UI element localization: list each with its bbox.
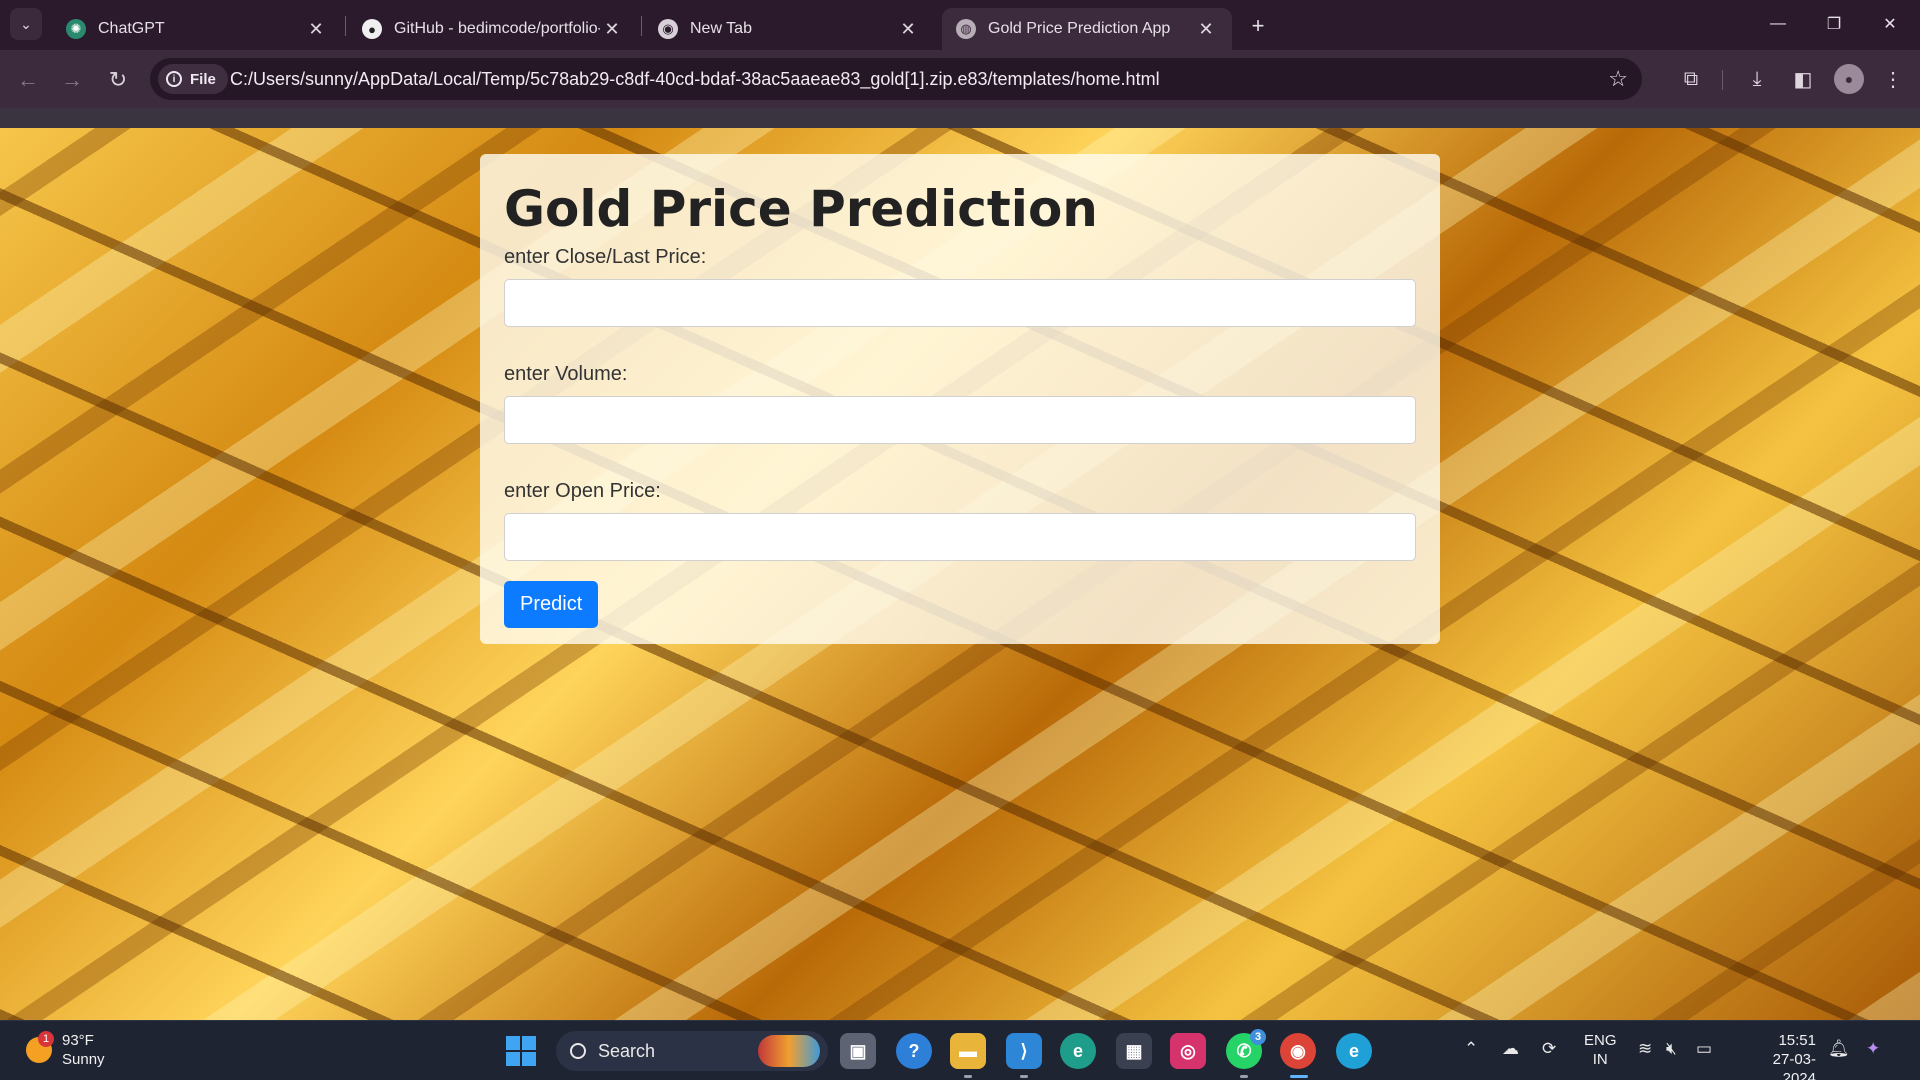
search-icon bbox=[570, 1043, 586, 1059]
clock-time: 15:51 bbox=[1778, 1032, 1816, 1049]
help-icon[interactable]: ? bbox=[896, 1033, 932, 1069]
windows-logo-icon bbox=[522, 1052, 536, 1066]
start-button[interactable] bbox=[506, 1036, 536, 1066]
tab-search-menu-button[interactable]: ⌄ bbox=[10, 8, 42, 40]
restore-button[interactable]: ❐ bbox=[1806, 8, 1862, 40]
running-indicator bbox=[1020, 1075, 1028, 1078]
page-title: Gold Price Prediction bbox=[504, 180, 1098, 238]
taskbar-search[interactable]: Search bbox=[556, 1031, 828, 1071]
instagram-icon[interactable]: ◎ bbox=[1170, 1033, 1206, 1069]
minimize-button[interactable]: — bbox=[1750, 8, 1806, 40]
extensions-icon[interactable]: ⧉ bbox=[1676, 64, 1706, 94]
clock-date: 27-03-2024 bbox=[1772, 1051, 1816, 1080]
sync-icon[interactable]: ⟳ bbox=[1542, 1039, 1556, 1059]
tab-title: Gold Price Prediction App bbox=[988, 20, 1171, 37]
close-window-button[interactable]: ✕ bbox=[1862, 8, 1918, 40]
whatsapp-icon[interactable]: ✆ 3 bbox=[1226, 1029, 1266, 1069]
volume-input[interactable] bbox=[504, 396, 1416, 444]
weather-temperature: 93°F bbox=[62, 1032, 94, 1049]
tab-title: GitHub - bedimcode/portfolio- bbox=[394, 20, 600, 37]
bookmark-bar bbox=[0, 108, 1920, 128]
tab-gold-price-prediction[interactable]: ◍ Gold Price Prediction App ✕ bbox=[942, 8, 1232, 50]
volume-muted-icon[interactable]: 🔇︎ bbox=[1666, 1039, 1677, 1059]
site-info-label: File bbox=[190, 70, 216, 88]
globe-icon: ◍ bbox=[956, 19, 976, 39]
tab-chatgpt[interactable]: ✺ ChatGPT ✕ bbox=[52, 8, 342, 50]
language-code: ENG bbox=[1584, 1032, 1617, 1049]
profile-avatar[interactable]: ● bbox=[1834, 64, 1864, 94]
predict-button[interactable]: Predict bbox=[504, 581, 599, 628]
edge-icon[interactable]: e bbox=[1060, 1033, 1096, 1069]
chrome-taskbar-icon[interactable]: ◉ bbox=[1280, 1033, 1316, 1069]
windows-logo-icon bbox=[506, 1036, 520, 1050]
close-icon[interactable]: ✕ bbox=[1194, 17, 1218, 41]
close-icon[interactable]: ✕ bbox=[600, 17, 624, 41]
vscode-icon[interactable]: ⟩ bbox=[1006, 1033, 1042, 1069]
page-viewport: Gold Price Prediction enter Close/Last P… bbox=[0, 128, 1920, 1020]
running-indicator bbox=[1240, 1075, 1248, 1078]
close-price-label: enter Close/Last Price: bbox=[504, 246, 707, 268]
open-price-label: enter Open Price: bbox=[504, 480, 661, 502]
reload-button[interactable]: ↻ bbox=[102, 64, 134, 96]
running-indicator bbox=[964, 1075, 972, 1078]
wifi-icon[interactable]: ≋ bbox=[1638, 1039, 1652, 1059]
toolbar-divider bbox=[1722, 70, 1723, 90]
weather-widget[interactable]: 1 93°F Sunny bbox=[26, 1031, 105, 1069]
task-view-icon[interactable]: ▣ bbox=[840, 1033, 876, 1069]
notification-badge: 1 bbox=[38, 1031, 54, 1047]
tab-github[interactable]: ● GitHub - bedimcode/portfolio- ✕ bbox=[348, 8, 638, 50]
new-tab-button[interactable]: + bbox=[1244, 12, 1272, 40]
side-panel-icon[interactable]: ◧ bbox=[1788, 64, 1818, 94]
region-code: IN bbox=[1592, 1051, 1608, 1068]
system-clock[interactable]: 15:51 27-03-2024 bbox=[1756, 1031, 1816, 1080]
close-icon[interactable]: ✕ bbox=[896, 17, 920, 41]
search-placeholder: Search bbox=[598, 1040, 656, 1061]
prediction-form-card: Gold Price Prediction enter Close/Last P… bbox=[480, 154, 1440, 644]
info-icon: i bbox=[166, 71, 182, 87]
edge-dev-icon[interactable]: e bbox=[1336, 1033, 1372, 1069]
notification-bell-icon[interactable]: 🔔︎ bbox=[1828, 1039, 1850, 1059]
back-button[interactable]: ← bbox=[12, 64, 44, 96]
browser-toolbar: ← → ↻ i File C:/Users/sunny/AppData/Loca… bbox=[0, 50, 1920, 108]
tab-separator bbox=[641, 16, 642, 36]
close-icon[interactable]: ✕ bbox=[304, 17, 328, 41]
windows-logo-icon bbox=[522, 1036, 536, 1050]
more-menu-icon[interactable]: ⋮ bbox=[1878, 64, 1908, 94]
chrome-icon: ◉ bbox=[658, 19, 678, 39]
tab-new-tab[interactable]: ◉ New Tab ✕ bbox=[644, 8, 934, 50]
tab-separator bbox=[345, 16, 346, 36]
copilot-icon[interactable]: ✦ bbox=[1866, 1039, 1880, 1059]
url-text[interactable]: C:/Users/sunny/AppData/Local/Temp/5c78ab… bbox=[230, 69, 1160, 90]
close-price-input[interactable] bbox=[504, 279, 1416, 327]
sun-icon: 1 bbox=[26, 1031, 54, 1063]
search-highlight-image bbox=[758, 1035, 820, 1067]
weather-condition: Sunny bbox=[62, 1051, 105, 1068]
file-explorer-icon[interactable]: ▬ bbox=[950, 1033, 986, 1069]
volume-label: enter Volume: bbox=[504, 363, 628, 385]
forward-button[interactable]: → bbox=[56, 64, 88, 96]
windows-logo-icon bbox=[506, 1052, 520, 1066]
chatgpt-icon: ✺ bbox=[66, 19, 86, 39]
unread-badge: 3 bbox=[1250, 1029, 1266, 1045]
browser-tab-bar: ⌄ ✺ ChatGPT ✕ ● GitHub - bedimcode/portf… bbox=[0, 0, 1920, 50]
address-bar[interactable]: i File C:/Users/sunny/AppData/Local/Temp… bbox=[150, 58, 1642, 100]
onedrive-icon[interactable]: ☁ bbox=[1502, 1039, 1519, 1059]
active-indicator bbox=[1290, 1075, 1308, 1078]
github-icon: ● bbox=[362, 19, 382, 39]
site-info-chip[interactable]: i File bbox=[158, 64, 228, 94]
tab-title: ChatGPT bbox=[98, 20, 165, 37]
windows-taskbar: 1 93°F Sunny Search ▣ ? ▬ ⟩ e ▦ ◎ ✆ 3 ◉ … bbox=[0, 1020, 1920, 1080]
open-price-input[interactable] bbox=[504, 513, 1416, 561]
download-icon[interactable]: ⤓ bbox=[1742, 64, 1772, 94]
battery-icon[interactable]: ▭ bbox=[1696, 1039, 1712, 1059]
language-indicator[interactable]: ENG IN bbox=[1584, 1031, 1617, 1069]
tab-title: New Tab bbox=[690, 20, 752, 37]
bookmark-star-icon[interactable]: ☆ bbox=[1608, 66, 1628, 92]
chevron-up-icon[interactable]: ⌃ bbox=[1464, 1039, 1478, 1059]
microsoft-store-icon[interactable]: ▦ bbox=[1116, 1033, 1152, 1069]
